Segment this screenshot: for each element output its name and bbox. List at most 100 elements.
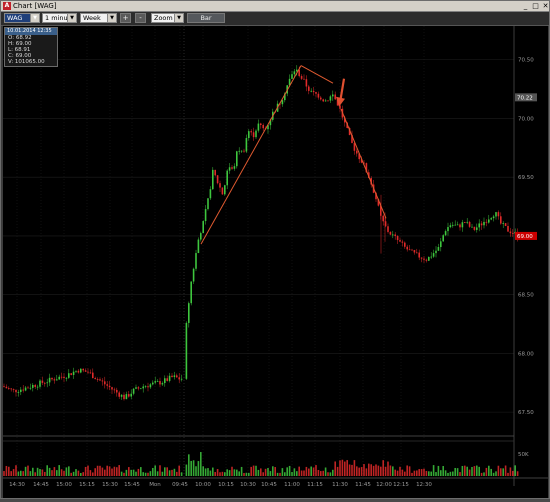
candle-body (44, 382, 46, 384)
candle-body (444, 231, 447, 236)
volume-bar (212, 467, 214, 476)
volume-bar (500, 468, 502, 476)
volume-bar (428, 471, 430, 476)
candle-body (327, 100, 329, 102)
zoom-out-button[interactable]: - (135, 13, 146, 23)
candle-body (236, 151, 238, 167)
candle-body (147, 386, 149, 388)
chart-area[interactable]: 70.50 70.00 69.50 69.00 68.50 68.00 67.50 14:3… (3, 26, 548, 498)
volume-bar (322, 470, 324, 476)
volume-bar (24, 466, 27, 476)
volume-bar (236, 469, 238, 476)
candle-body (89, 372, 92, 374)
chevron-down-icon[interactable]: ▼ (174, 14, 183, 22)
volume-bar (144, 472, 147, 476)
x-tick-label: 14:45 (33, 482, 49, 488)
candle-body (72, 371, 75, 375)
candle-body (394, 234, 396, 236)
candle-body (209, 189, 212, 199)
candle-body (317, 93, 320, 98)
x-tick-label: 15:00 (56, 482, 72, 488)
zoom-in-button[interactable]: + (120, 13, 131, 23)
volume-bar (502, 468, 504, 476)
maximize-button[interactable]: □ (531, 2, 540, 10)
candle-body (140, 388, 142, 390)
candle-body (461, 222, 464, 228)
candle-body (430, 256, 432, 258)
candle-body (495, 212, 497, 217)
volume-bar (464, 465, 466, 476)
info-box-header: 10.01.2014 12:35 (5, 28, 57, 35)
candle-body (322, 99, 324, 102)
range-select[interactable]: Week ▼ (80, 13, 117, 23)
volume-bar (288, 465, 291, 476)
volume-bar (120, 471, 123, 476)
candle-body (65, 377, 68, 379)
candle-body (428, 256, 430, 261)
candle-body (305, 79, 308, 87)
volume-bar (113, 466, 116, 476)
volume-bar (92, 472, 94, 476)
y-tick-label: 68.50 (518, 293, 534, 299)
volume-bar (56, 470, 58, 476)
volume-bar (108, 466, 111, 476)
volume-bar (84, 466, 87, 476)
candle-body (58, 376, 60, 380)
candle-body (399, 240, 401, 242)
candle-body (228, 167, 231, 171)
y-tick-label: 70.00 (518, 116, 534, 122)
volume-axis-label: 50K (518, 452, 529, 458)
volume-bar (260, 468, 262, 476)
bar-style-button[interactable]: Bar (187, 13, 225, 23)
volume-bar (360, 467, 363, 476)
price-chart[interactable]: 70.50 70.00 69.50 69.00 68.50 68.00 67.50 14:3… (3, 26, 548, 498)
x-tick-label: 11:30 (332, 482, 348, 488)
volume-bar (418, 469, 420, 476)
symbol-input[interactable]: WAG ▼ (4, 13, 40, 23)
volume-bar (341, 459, 344, 476)
minimize-button[interactable]: _ (521, 2, 530, 10)
candle-body (435, 250, 437, 254)
volume-bar (238, 471, 240, 476)
chevron-down-icon[interactable]: ▼ (107, 14, 116, 22)
candle-body (92, 372, 94, 379)
volume-bar (495, 471, 497, 476)
volume-bar (413, 470, 416, 476)
volume-bar (497, 465, 500, 476)
candle-body (75, 370, 77, 372)
zoom-select[interactable]: Zoom ▼ (151, 13, 184, 23)
candle-body (152, 382, 154, 385)
zoom-value: Zoom (154, 14, 173, 22)
interval-select[interactable]: 1 minute ▼ (42, 13, 77, 23)
volume-bar (176, 471, 178, 476)
candle-body (389, 231, 392, 235)
volume-bar (492, 472, 495, 476)
candle-body (173, 375, 176, 378)
volume-bar (164, 467, 166, 476)
candle-body (356, 150, 358, 154)
candle-body (497, 212, 500, 217)
candle-body (180, 378, 183, 380)
candle-body (63, 376, 65, 378)
volume-bar (389, 465, 392, 476)
candle-body (202, 221, 204, 234)
chevron-down-icon[interactable]: ▼ (30, 14, 39, 22)
candle-body (212, 169, 214, 190)
volume-bar (216, 469, 219, 476)
x-tick-label: 15:30 (102, 482, 118, 488)
volume-bar (449, 471, 452, 476)
volume-bar (20, 470, 22, 476)
candle-body (454, 224, 456, 226)
candle-body (51, 377, 53, 380)
candle-body (219, 183, 221, 188)
chevron-down-icon[interactable]: ▼ (67, 14, 76, 22)
title-bar[interactable]: A Chart [WAG] _ □ ✕ (1, 1, 549, 12)
volume-bar (135, 471, 137, 476)
volume-bar (168, 470, 171, 476)
volume-bar (137, 468, 140, 476)
candle-body (12, 389, 15, 391)
x-tick-label: 09:45 (172, 482, 188, 488)
close-button[interactable]: ✕ (541, 2, 550, 10)
volume-bar (365, 468, 368, 476)
candle-body (135, 387, 137, 389)
